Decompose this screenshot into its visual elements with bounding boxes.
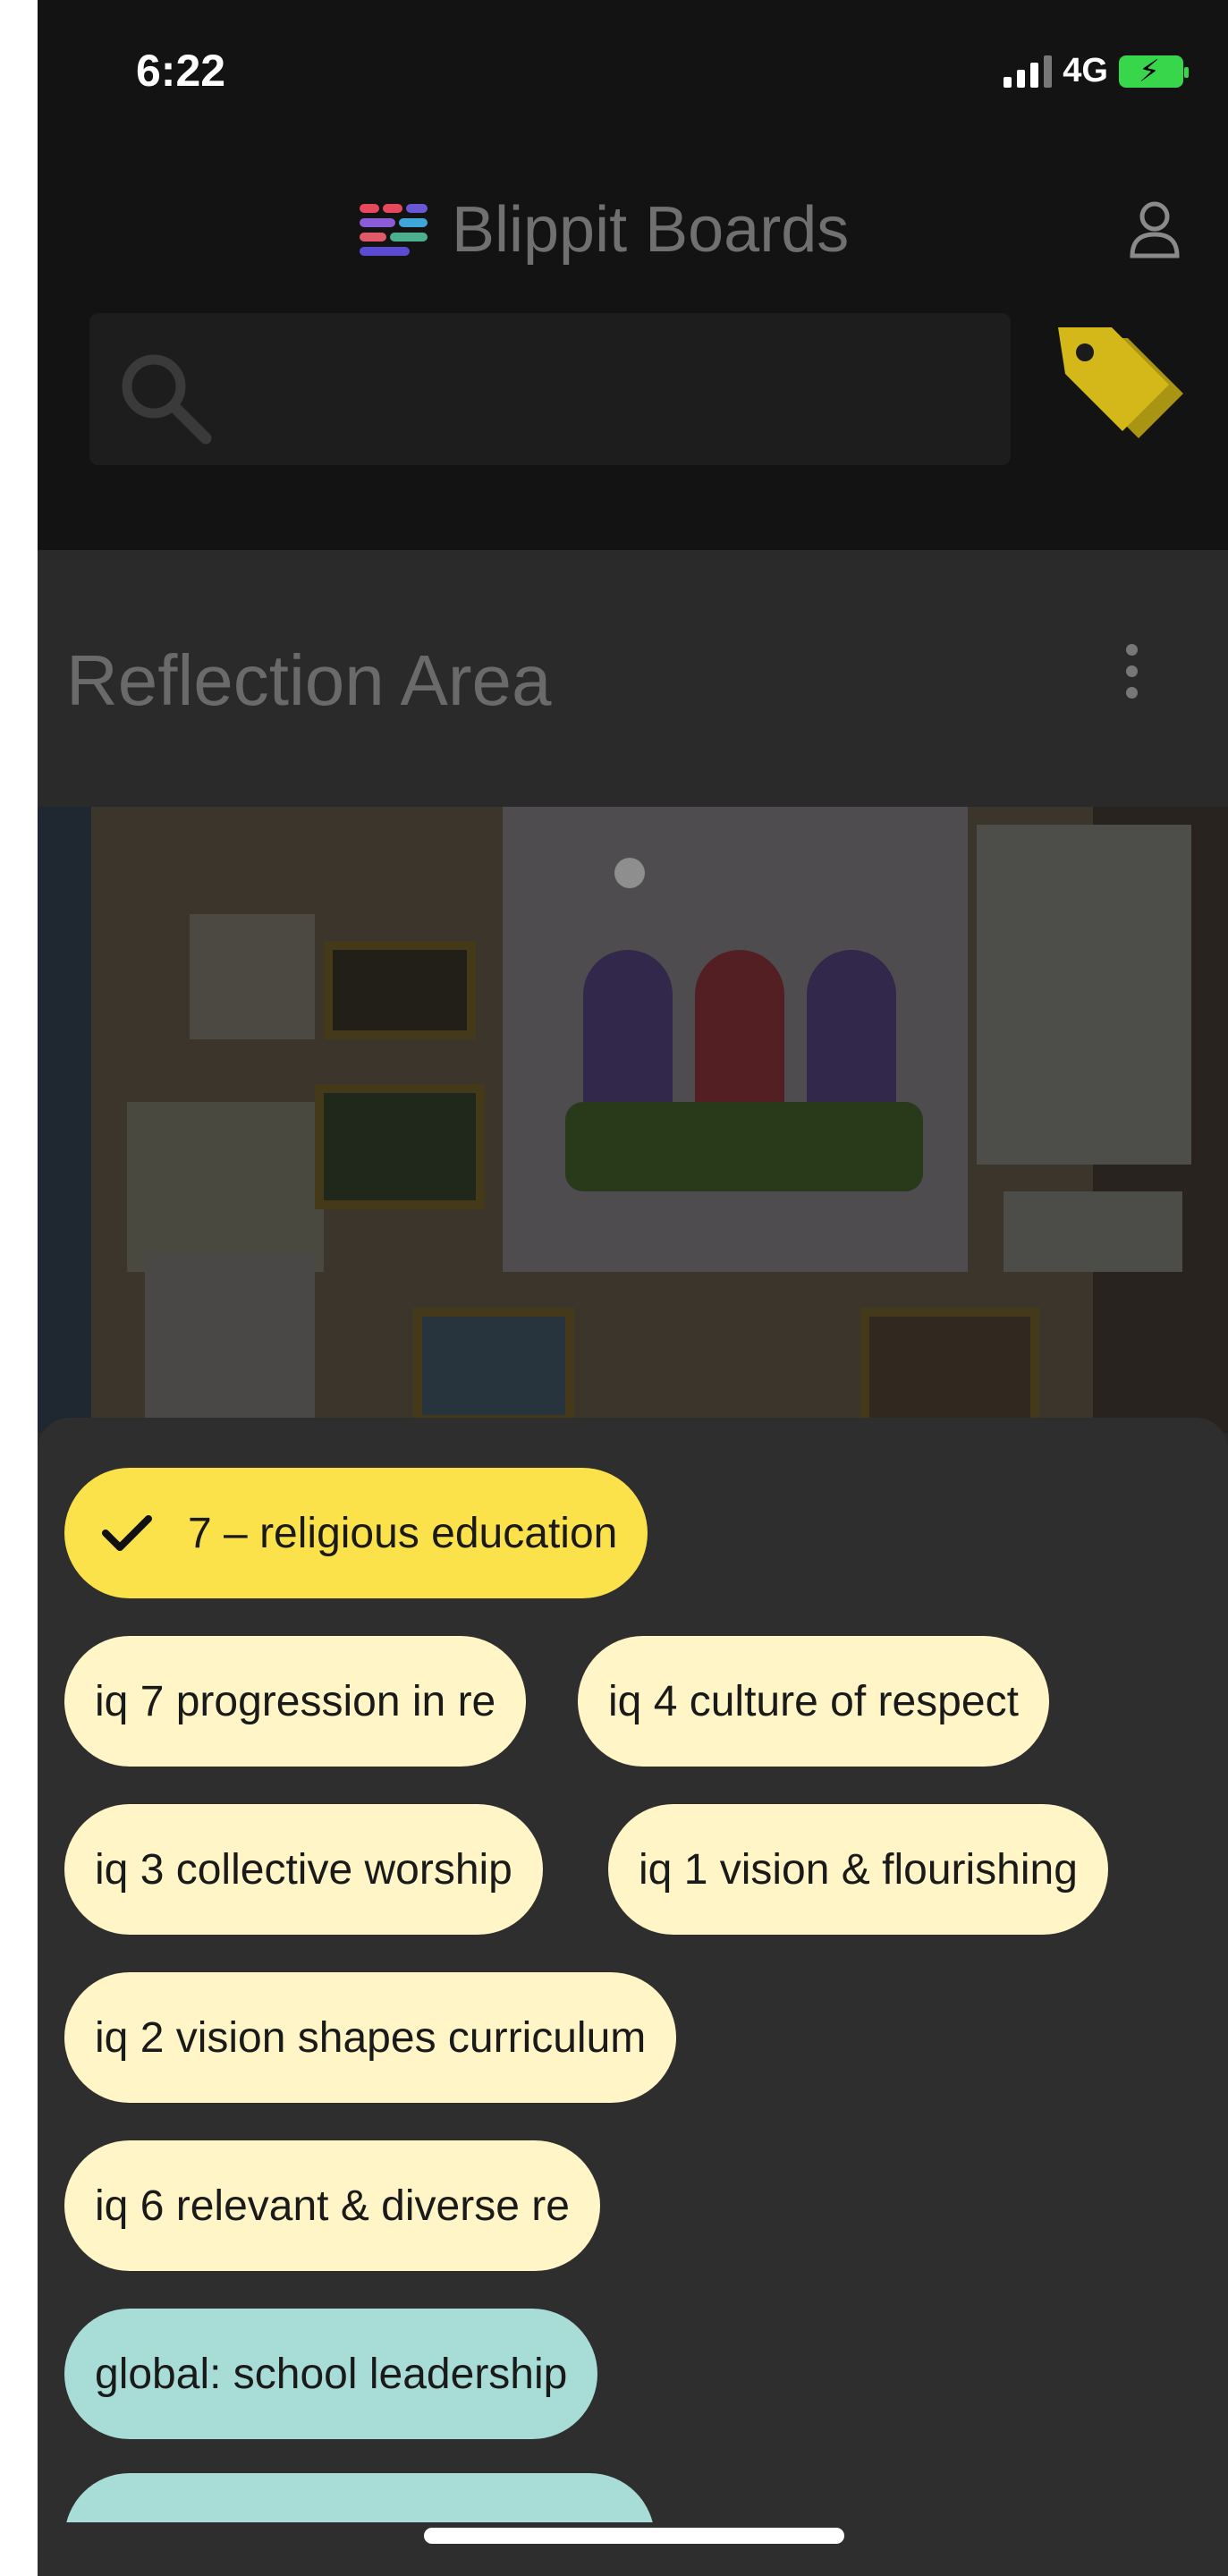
search-input[interactable]	[89, 313, 1011, 465]
tag-chip-partial[interactable]	[64, 2473, 655, 2522]
signal-icon	[1004, 55, 1053, 88]
profile-icon[interactable]	[1128, 199, 1181, 261]
tag-chip-global[interactable]: global: school leadership	[64, 2309, 598, 2439]
tag-chip-selected[interactable]: 7 – religious education	[64, 1468, 648, 1598]
tag-chip[interactable]: iq 7 progression in re	[64, 1636, 527, 1767]
status-indicators: 4G ⚡	[1004, 52, 1189, 90]
tag-label: iq 1 vision & flourishing	[639, 1845, 1078, 1894]
home-indicator[interactable]	[424, 2528, 844, 2544]
more-vertical-icon[interactable]	[1126, 644, 1139, 707]
tag-chip[interactable]: iq 1 vision & flourishing	[608, 1804, 1108, 1935]
tag-sheet: 7 – religious education iq 7 progression…	[38, 1418, 1228, 2576]
tag-chip[interactable]: iq 3 collective worship	[64, 1804, 543, 1935]
tag-label: iq 3 collective worship	[95, 1845, 512, 1894]
blippit-logo-icon	[360, 204, 428, 258]
app-title: Blippit Boards	[452, 194, 850, 266]
app-header: Blippit Boards	[38, 143, 1228, 465]
board-photo[interactable]	[38, 807, 1228, 1433]
board-title: Reflection Area	[66, 640, 552, 720]
tag-chip[interactable]: iq 6 relevant & diverse re	[64, 2140, 600, 2271]
tag-filter-icon[interactable]	[1049, 320, 1190, 454]
search-icon	[122, 354, 212, 445]
tag-chip[interactable]: iq 2 vision shapes curriculum	[64, 1972, 677, 2103]
tag-label: iq 2 vision shapes curriculum	[95, 2013, 647, 2062]
tag-chip[interactable]: iq 4 culture of respect	[578, 1636, 1049, 1767]
tag-list: 7 – religious education iq 7 progression…	[38, 1418, 1228, 2522]
phone-screen: 6:22 4G ⚡ Blippit Boards Reflection Area…	[38, 0, 1228, 2576]
tag-label: iq 6 relevant & diverse re	[95, 2182, 570, 2230]
tag-label: iq 7 progression in re	[95, 1677, 496, 1725]
check-icon	[102, 1515, 152, 1551]
status-time: 6:22	[136, 46, 226, 96]
battery-charging-icon: ⚡	[1119, 55, 1189, 89]
network-type: 4G	[1063, 52, 1108, 89]
photo-dim-overlay	[38, 807, 1228, 1433]
tag-label: iq 4 culture of respect	[608, 1677, 1019, 1725]
pager-dot[interactable]	[614, 858, 645, 888]
tag-label: global: school leadership	[95, 2350, 568, 2398]
tag-label: 7 – religious education	[188, 1509, 618, 1557]
